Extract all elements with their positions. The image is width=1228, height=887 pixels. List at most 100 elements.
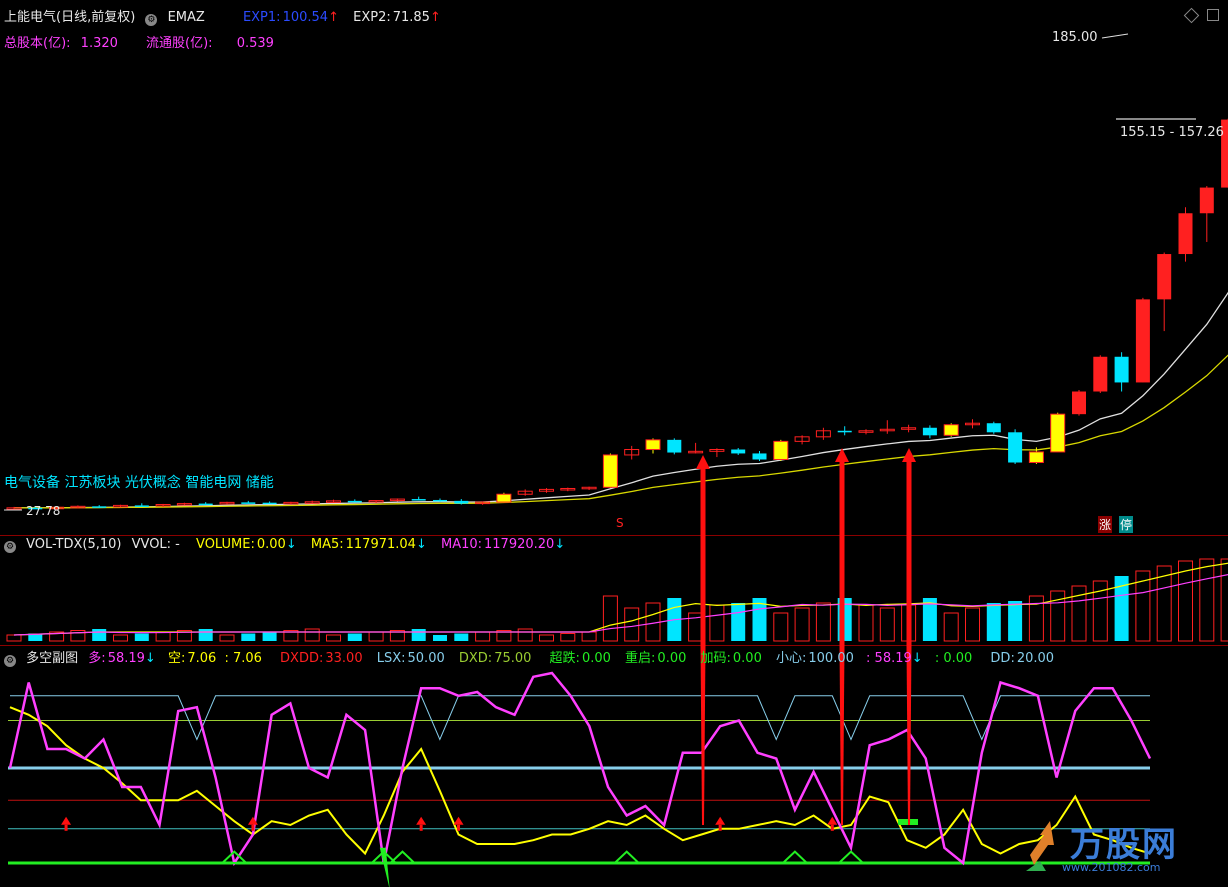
candle-body	[943, 424, 959, 436]
candle-body	[1135, 299, 1150, 383]
green-spike	[836, 850, 866, 864]
dxdd-label: DXDD:	[280, 651, 324, 666]
vol-settings-icon[interactable]: ⚙	[4, 541, 16, 553]
volume-bar	[773, 612, 789, 642]
volume-bar	[475, 631, 491, 642]
float-shares-value: 0.539	[236, 36, 274, 51]
candle-body	[752, 453, 767, 460]
float-shares-label: 流通股(亿):	[146, 36, 213, 51]
extra-value-2: : 0.00	[934, 651, 973, 666]
volume-bar	[304, 628, 320, 642]
oscillator-panel[interactable]: ⚙ 多空副图 多: 58.19↓ 空: 7.06 : 7.06 DXDD: 33.00…	[0, 645, 1228, 887]
volume-bar	[731, 603, 746, 641]
green-wedge	[379, 847, 390, 887]
candle-body	[667, 439, 682, 453]
kong-label: 空:	[167, 651, 186, 666]
candle-body	[496, 493, 512, 503]
duo-label: 多:	[88, 651, 106, 666]
dd-label: DD:	[990, 651, 1015, 666]
candle-body	[262, 502, 277, 505]
candle-body	[134, 505, 149, 507]
watermark-brand: 万股网	[1070, 825, 1178, 865]
volume-header: ⚙ VOL-TDX(5,10) VVOL: - VOLUME: 0.00↓ MA5…	[4, 537, 571, 553]
osc-indicator-name: 多空副图	[26, 651, 79, 666]
candle-body	[454, 500, 469, 504]
price-panel[interactable]: 上能电气(日线,前复权) ⚙ EMAZ EXP1: 100.54↑ EXP2: 71…	[0, 0, 1228, 535]
lsx-label: LSX:	[376, 651, 406, 666]
exp2-label: EXP2:	[353, 10, 391, 25]
buy-signal-arrow	[453, 816, 464, 825]
ma10-arrow-icon: ↓	[554, 537, 566, 552]
signal-arrow-shaft	[839, 460, 845, 535]
extra-value-1: : 58.19	[866, 651, 912, 666]
candle-body	[1157, 254, 1172, 300]
volume-value: 0.00	[256, 537, 286, 552]
volume-bar	[517, 628, 533, 642]
dxd-value: 75.00	[494, 651, 532, 666]
volume-bar	[709, 604, 725, 642]
volume-bar	[219, 634, 235, 642]
volume-bar	[454, 633, 469, 641]
range-label: 155.15 - 157.26	[1120, 125, 1224, 140]
total-shares-label: 总股本(亿):	[4, 36, 71, 51]
volume-panel[interactable]: ⚙ VOL-TDX(5,10) VVOL: - VOLUME: 0.00↓ MA5…	[0, 535, 1228, 645]
signal-arrow-shaft	[839, 645, 845, 825]
candle-body	[241, 502, 256, 504]
watermark: 万股网 www.201082.com	[1020, 815, 1220, 881]
zhongqi-label: 重启:	[625, 651, 656, 666]
volume-bar	[965, 607, 980, 642]
duo-value: 58.19	[107, 651, 145, 666]
buy-signal-stem	[419, 824, 423, 831]
candle-body	[837, 430, 852, 433]
stock-title: 上能电气(日线,前复权)	[4, 10, 136, 25]
limit-up-badge: 涨	[1098, 516, 1113, 533]
signal-arrow-shaft	[700, 645, 706, 825]
buy-signal-stem	[830, 824, 834, 831]
volume-bar	[602, 595, 618, 642]
concept-tags[interactable]: 电气设备 江苏板块 光伏概念 智能电网 储能	[4, 472, 274, 492]
zhongqi-value: 0.00	[657, 651, 687, 666]
signal-arrow-shaft	[906, 460, 912, 535]
signal-arrow-head	[902, 448, 916, 462]
candle-body	[1008, 432, 1023, 463]
exp1-label: EXP1:	[242, 10, 281, 25]
buy-signal-arrow	[61, 816, 72, 825]
candle-body	[645, 439, 661, 451]
osc-settings-icon[interactable]: ⚙	[4, 655, 16, 667]
maximize-icon[interactable]	[1207, 9, 1219, 21]
high-price-pointer	[1101, 33, 1129, 39]
buy-signal-stem	[457, 824, 461, 831]
kong-line	[9, 706, 1151, 856]
candle-body	[1072, 391, 1086, 415]
xiaoxin-value: 100.00	[808, 651, 854, 666]
low-price-label: 27.78	[26, 504, 61, 518]
candle-body	[92, 506, 107, 508]
volume-bar	[326, 634, 341, 642]
volume-bar	[134, 633, 149, 641]
candle-body	[1178, 213, 1193, 255]
ma10-value: 117920.20	[484, 537, 555, 552]
exp1-arrow-icon: ↑	[328, 10, 339, 25]
high-price-label: 185.00	[1052, 30, 1098, 45]
green-spike	[780, 850, 810, 864]
candle-body	[1199, 187, 1214, 214]
watermark-url: www.201082.com	[1062, 861, 1161, 874]
candle-body	[602, 454, 618, 488]
buy-signal-stem	[64, 824, 68, 831]
candle-body	[1028, 451, 1044, 464]
volume-bar	[539, 634, 554, 642]
volume-bar	[560, 633, 576, 642]
ma10-label: MA10:	[440, 537, 483, 552]
signal-arrow-shaft	[839, 535, 845, 645]
candle-body	[773, 440, 789, 460]
settings-icon[interactable]: ⚙	[145, 14, 158, 26]
candle-body	[411, 499, 426, 501]
ma5-label: MA5:	[310, 537, 344, 552]
candle-body	[347, 500, 362, 503]
volume-label: VOLUME:	[196, 537, 255, 552]
ma10-line	[13, 574, 1228, 636]
buy-signal-arrow	[715, 816, 726, 825]
volume-bar	[113, 634, 128, 642]
volume-bar	[794, 607, 810, 642]
watermark-logo-icon	[1026, 821, 1054, 871]
